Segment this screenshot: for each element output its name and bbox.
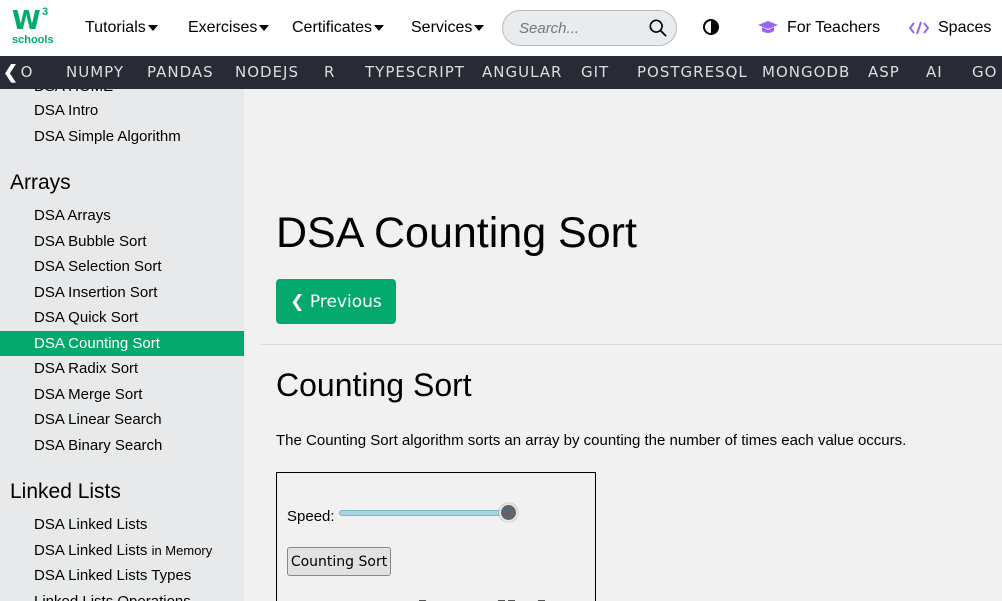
subnav-item-postgresql[interactable]: POSTGRESQL xyxy=(637,56,748,89)
caret-down-icon xyxy=(147,25,158,31)
caret-down-icon xyxy=(474,25,485,31)
subnav-item-r[interactable]: R xyxy=(324,56,335,89)
counting-sort-demo: Speed: Counting Sort xyxy=(276,472,596,601)
menu-services[interactable]: Services xyxy=(411,0,485,56)
sidebar-item-dsa-linked-lists[interactable]: DSA Linked Lists xyxy=(0,512,244,537)
subnav-item-go-end[interactable]: GO xyxy=(972,56,997,89)
subnav-bar: GO NUMPY PANDAS NODEJS R TYPESCRIPT ANGU… xyxy=(0,56,1002,89)
speed-label: Speed: xyxy=(287,508,335,525)
subnav-item-git[interactable]: GIT xyxy=(581,56,609,89)
subnav-item-typescript[interactable]: TYPESCRIPT xyxy=(365,56,465,89)
sidebar-item-dsa-counting-sort[interactable]: DSA Counting Sort xyxy=(0,331,244,356)
logo-mark: W xyxy=(12,6,41,36)
caret-down-icon xyxy=(374,25,385,31)
spaces-label: Spaces xyxy=(938,19,992,36)
caret-down-icon xyxy=(259,25,270,31)
sidebar-item-dsa-linked-lists-types[interactable]: DSA Linked Lists Types xyxy=(0,563,244,588)
counting-sort-button[interactable]: Counting Sort xyxy=(287,547,391,576)
intro-paragraph: The Counting Sort algorithm sorts an arr… xyxy=(276,432,907,449)
code-icon xyxy=(909,21,929,35)
sidebar-item-dsa-simple-algorithm[interactable]: DSA Simple Algorithm xyxy=(0,124,244,149)
menu-certificates-label: Certificates xyxy=(292,19,373,36)
search-input[interactable] xyxy=(519,19,639,37)
speed-slider-track[interactable] xyxy=(339,510,509,516)
search-icon[interactable] xyxy=(649,19,667,37)
subnav-item-mongodb[interactable]: MONGODB xyxy=(762,56,850,89)
sidebar-item-linked-lists-operations[interactable]: Linked Lists Operations xyxy=(0,589,244,601)
spaces-link[interactable]: Spaces xyxy=(909,0,991,56)
top-navbar: W 3 schools Tutorials Exercises Certific… xyxy=(0,0,1002,56)
sidebar-item-dsa-arrays[interactable]: DSA Arrays xyxy=(0,203,244,228)
subnav-item-nodejs[interactable]: NODEJS xyxy=(235,56,299,89)
section-title: Counting Sort xyxy=(276,367,472,403)
subnav-item-angular[interactable]: ANGULAR xyxy=(482,56,562,89)
main-content: DSA Counting Sort ❮ Previous Counting So… xyxy=(244,89,1002,601)
graduation-cap-icon xyxy=(758,21,778,33)
scroll-left-arrow-icon[interactable]: ❮ xyxy=(3,56,20,89)
sidebar-item-dsa-radix-sort[interactable]: DSA Radix Sort xyxy=(0,356,244,381)
sidebar-item-label: DSA Linked Lists xyxy=(34,542,148,559)
divider xyxy=(260,344,1002,345)
menu-exercises-label: Exercises xyxy=(188,19,258,36)
search-box xyxy=(502,10,677,46)
logo-superscript: 3 xyxy=(42,6,49,18)
subnav-item-pandas[interactable]: PANDAS xyxy=(147,56,214,89)
sidebar-heading-linked-lists: Linked Lists xyxy=(10,480,121,503)
menu-tutorials-label: Tutorials xyxy=(85,19,146,36)
subnav-item-numpy[interactable]: NUMPY xyxy=(66,56,124,89)
sidebar-item-dsa-intro[interactable]: DSA Intro xyxy=(0,98,244,123)
sidebar-heading-arrays: Arrays xyxy=(10,171,71,194)
menu-certificates[interactable]: Certificates xyxy=(292,0,385,56)
sidebar-item-dsa-insertion-sort[interactable]: DSA Insertion Sort xyxy=(0,280,244,305)
for-teachers-label: For Teachers xyxy=(787,19,881,36)
previous-button[interactable]: ❮ Previous xyxy=(276,279,396,324)
menu-tutorials[interactable]: Tutorials xyxy=(85,0,158,56)
sidebar-item-sublabel: in Memory xyxy=(151,543,213,558)
sidebar-item-dsa-merge-sort[interactable]: DSA Merge Sort xyxy=(0,382,244,407)
sidebar-item-dsa-selection-sort[interactable]: DSA Selection Sort xyxy=(0,254,244,279)
theme-toggle-icon[interactable] xyxy=(703,19,719,35)
speed-slider-thumb[interactable] xyxy=(499,503,518,522)
logo-wordmark: schools xyxy=(12,34,54,46)
sidebar-item-dsa-quick-sort[interactable]: DSA Quick Sort xyxy=(0,305,244,330)
sidebar-item-dsa-bubble-sort[interactable]: DSA Bubble Sort xyxy=(0,229,244,254)
page-title: DSA Counting Sort xyxy=(276,209,637,257)
subnav-item-asp[interactable]: ASP xyxy=(868,56,900,89)
w3schools-logo[interactable]: W 3 schools xyxy=(10,6,54,48)
sidebar-item-dsa-binary-search[interactable]: DSA Binary Search xyxy=(0,433,244,458)
menu-exercises[interactable]: Exercises xyxy=(188,0,270,56)
subnav-item-ai[interactable]: AI xyxy=(926,56,943,89)
sidebar-item-dsa-linked-lists-in-memory[interactable]: DSA Linked Lists in Memory xyxy=(0,538,244,563)
menu-services-label: Services xyxy=(411,19,473,36)
sidebar-item-dsa-linear-search[interactable]: DSA Linear Search xyxy=(0,407,244,432)
for-teachers-link[interactable]: For Teachers xyxy=(758,0,880,56)
sidebar: DSA HOME DSA Intro DSA Simple Algorithm … xyxy=(0,89,244,601)
